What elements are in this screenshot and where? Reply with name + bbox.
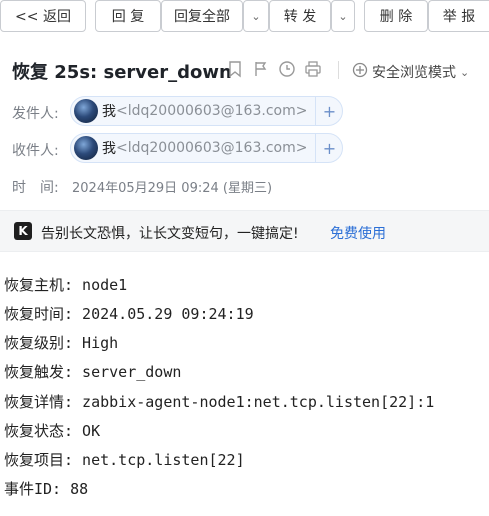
forward-dropdown-button[interactable]: ⌄ [331, 0, 355, 32]
safe-browsing-toggle[interactable]: 安全浏览模式 ⌄ [352, 62, 469, 82]
sender-chip[interactable]: 我 <ldq20000603@163.com> + [70, 96, 344, 126]
chevron-down-icon: ⌄ [251, 9, 261, 23]
avatar [74, 99, 98, 123]
print-icon[interactable] [304, 60, 322, 78]
from-label: 发件人: [12, 106, 59, 122]
add-contact-icon[interactable]: + [315, 97, 342, 125]
flag-icon[interactable] [252, 60, 270, 78]
recipient-address: <ldq20000603@163.com> [116, 140, 308, 156]
reply-dropdown-button[interactable]: ⌄ [243, 0, 269, 32]
chevron-down-icon: ⌄ [338, 9, 348, 23]
back-button[interactable]: << 返回 [0, 0, 86, 32]
recipient-name: 我 [102, 141, 116, 157]
mail-toolbar: << 返回 回 复 回复全部 ⌄ 转 发 ⌄ 删 除 举 报 [0, 0, 489, 40]
safe-browsing-label: 安全浏览模式 [372, 65, 456, 81]
mail-body-line: 恢复项目: net.tcp.listen[22] [4, 451, 245, 469]
reply-button[interactable]: 回 复 [95, 0, 161, 32]
mail-body-line: 恢复状态: OK [4, 422, 101, 440]
subject-actions [226, 60, 322, 78]
mail-body-line: 恢复主机: node1 [4, 276, 128, 294]
promo-text: 告别长文恐惧，让长文变短句，一键搞定! [41, 226, 299, 242]
kimi-logo-icon: K [14, 222, 32, 240]
time-label: 时 间: [12, 180, 59, 196]
bookmark-icon[interactable] [226, 60, 244, 78]
mail-body-line: 恢复触发: server_down [4, 363, 182, 381]
sender-address: <ldq20000603@163.com> [116, 103, 308, 119]
mail-body-line: 恢复时间: 2024.05.29 09:24:19 [4, 305, 254, 323]
recipient-chip[interactable]: 我 <ldq20000603@163.com> + [70, 133, 344, 163]
sent-time: 2024年05月29日 09:24 (星期三) [72, 181, 273, 196]
reply-all-button[interactable]: 回复全部 [161, 0, 243, 32]
divider [338, 61, 339, 79]
sender-name: 我 [102, 104, 116, 120]
mail-body-line: 恢复级别: High [4, 334, 119, 352]
to-label: 收件人: [12, 143, 59, 159]
add-contact-icon[interactable]: + [315, 134, 342, 162]
mail-body-line: 事件ID: 88 [4, 480, 89, 498]
free-use-link[interactable]: 免费使用 [330, 223, 386, 243]
forward-button[interactable]: 转 发 [269, 0, 331, 32]
avatar [74, 136, 98, 160]
chevron-down-icon: ⌄ [460, 65, 470, 79]
shield-icon [352, 62, 368, 82]
report-button[interactable]: 举 报 [428, 0, 489, 32]
mail-body-line: 恢复详情: zabbix-agent-node1:net.tcp.listen[… [4, 393, 435, 411]
clock-icon[interactable] [278, 60, 296, 78]
promo-banner: K 告别长文恐惧，让长文变短句，一键搞定! 免费使用 [0, 210, 489, 252]
mail-subject: 恢复 25s: server_down [12, 62, 232, 83]
delete-button[interactable]: 删 除 [364, 0, 428, 32]
